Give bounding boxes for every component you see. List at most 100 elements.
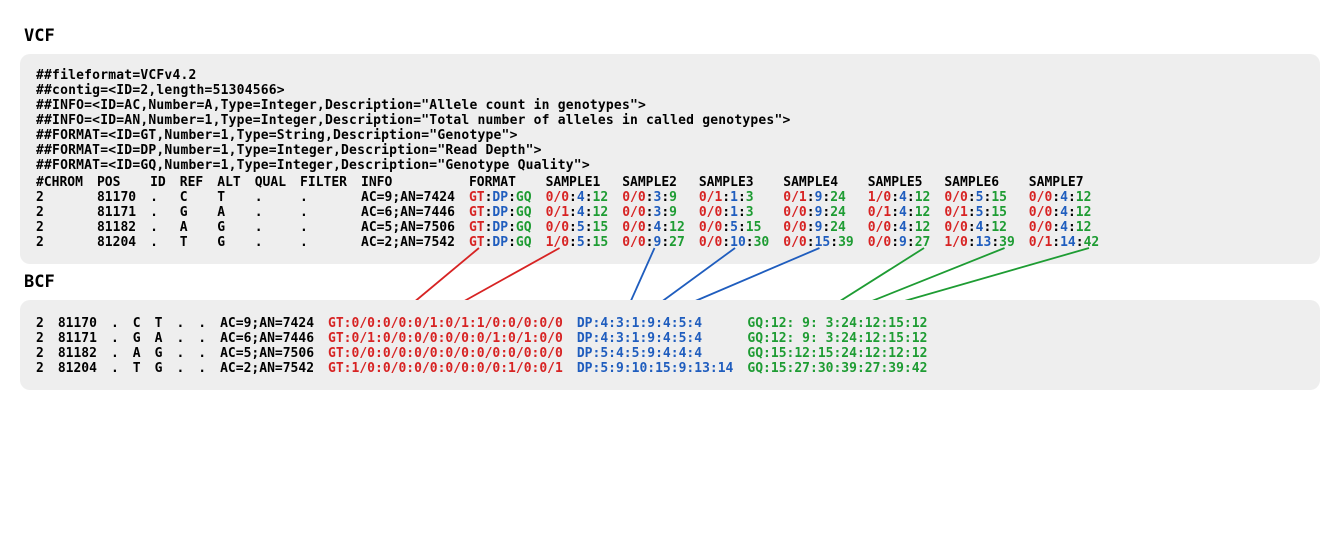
bcf-cell: .	[198, 316, 220, 331]
vcf-sample-cell: 1/0:5:15	[546, 235, 623, 250]
vcf-column-header: SAMPLE7	[1029, 175, 1113, 190]
bcf-cell: .	[176, 346, 198, 361]
bcf-cell: 81170	[58, 316, 111, 331]
vcf-column-header: SAMPLE3	[699, 175, 783, 190]
bcf-cell: .	[176, 316, 198, 331]
vcf-sample-cell: 0/0:5:15	[944, 190, 1028, 205]
bcf-gq-cell: GQ:12: 9: 3:24:12:15:12	[747, 331, 941, 346]
vcf-cell: 81170	[97, 190, 150, 205]
vcf-cell: A	[180, 220, 217, 235]
vcf-cell: A	[217, 205, 254, 220]
vcf-column-header: FORMAT	[469, 175, 546, 190]
bcf-cell: A	[155, 331, 177, 346]
vcf-cell: 81204	[97, 235, 150, 250]
bcf-row: 281170.CT..AC=9;AN=7424GT:0/0:0/0:0/1:0/…	[36, 316, 941, 331]
vcf-column-header: POS	[97, 175, 150, 190]
vcf-column-header: FILTER	[300, 175, 361, 190]
bcf-cell: C	[133, 316, 155, 331]
vcf-row: 281170.CT..AC=9;AN=7424GT:DP:GQ0/0:4:120…	[36, 190, 1113, 205]
bcf-cell: .	[176, 361, 198, 376]
vcf-cell: C	[180, 190, 217, 205]
vcf-sample-cell: 0/0:5:15	[699, 220, 783, 235]
vcf-sample-cell: 0/1:5:15	[944, 205, 1028, 220]
vcf-cell: .	[150, 220, 180, 235]
vcf-row: 281171.GA..AC=6;AN=7446GT:DP:GQ0/1:4:120…	[36, 205, 1113, 220]
bcf-cell: .	[198, 331, 220, 346]
vcf-format-cell: GT:DP:GQ	[469, 235, 546, 250]
vcf-sample-cell: 0/1:14:42	[1029, 235, 1113, 250]
bcf-cell: G	[155, 346, 177, 361]
bcf-cell: .	[198, 346, 220, 361]
vcf-table: #CHROMPOSIDREFALTQUALFILTERINFOFORMATSAM…	[36, 175, 1113, 250]
vcf-cell: G	[217, 235, 254, 250]
bcf-cell: .	[111, 316, 133, 331]
bcf-cell: AC=5;AN=7506	[220, 346, 328, 361]
bcf-row: 281171.GA..AC=6;AN=7446GT:0/1:0/0:0/0:0/…	[36, 331, 941, 346]
vcf-panel: ##fileformat=VCFv4.2##contig=<ID=2,lengt…	[20, 54, 1320, 264]
vcf-format-cell: GT:DP:GQ	[469, 190, 546, 205]
vcf-header-line: ##contig=<ID=2,length=51304566>	[36, 83, 1304, 98]
vcf-cell: .	[255, 190, 300, 205]
bcf-dp-cell: DP:4:3:1:9:4:5:4	[577, 316, 748, 331]
vcf-cell: .	[300, 190, 361, 205]
vcf-cell: G	[180, 205, 217, 220]
bcf-cell: T	[133, 361, 155, 376]
bcf-cell: G	[155, 361, 177, 376]
vcf-column-header: SAMPLE4	[783, 175, 867, 190]
vcf-column-header: #CHROM	[36, 175, 97, 190]
vcf-column-header: SAMPLE2	[622, 175, 699, 190]
vcf-column-header: SAMPLE5	[868, 175, 945, 190]
bcf-cell: 81182	[58, 346, 111, 361]
vcf-column-header: REF	[180, 175, 217, 190]
vcf-cell: .	[300, 235, 361, 250]
vcf-header-line: ##INFO=<ID=AC,Number=A,Type=Integer,Desc…	[36, 98, 1304, 113]
vcf-cell: AC=2;AN=7542	[361, 235, 469, 250]
bcf-gq-cell: GQ:15:27:30:39:27:39:42	[747, 361, 941, 376]
vcf-sample-cell: 1/0:4:12	[868, 190, 945, 205]
bcf-cell: .	[111, 346, 133, 361]
bcf-cell: 81171	[58, 331, 111, 346]
bcf-title: BCF	[24, 272, 1320, 292]
vcf-sample-cell: 0/0:4:12	[868, 220, 945, 235]
bcf-gt-cell: GT:0/0:0/0:0/0:0/0:0/0:0/0:0/0	[328, 346, 577, 361]
bcf-cell: AC=6;AN=7446	[220, 331, 328, 346]
vcf-cell: T	[180, 235, 217, 250]
vcf-row: 281182.AG..AC=5;AN=7506GT:DP:GQ0/0:5:150…	[36, 220, 1113, 235]
vcf-sample-cell: 1/0:13:39	[944, 235, 1028, 250]
vcf-cell: 81171	[97, 205, 150, 220]
vcf-cell: AC=6;AN=7446	[361, 205, 469, 220]
vcf-sample-cell: 0/1:9:24	[783, 190, 867, 205]
vcf-sample-cell: 0/0:4:12	[1029, 205, 1113, 220]
vcf-sample-cell: 0/0:15:39	[783, 235, 867, 250]
bcf-cell: 2	[36, 361, 58, 376]
vcf-cell: 2	[36, 220, 97, 235]
bcf-gt-cell: GT:0/1:0/0:0/0:0/0:0/1:0/1:0/0	[328, 331, 577, 346]
vcf-column-header: SAMPLE6	[944, 175, 1028, 190]
vcf-header-line: ##FORMAT=<ID=GQ,Number=1,Type=Integer,De…	[36, 158, 1304, 173]
vcf-column-header: ID	[150, 175, 180, 190]
bcf-cell: 2	[36, 346, 58, 361]
vcf-format-cell: GT:DP:GQ	[469, 205, 546, 220]
bcf-gt-cell: GT:0/0:0/0:0/1:0/1:1/0:0/0:0/0	[328, 316, 577, 331]
vcf-cell: .	[255, 235, 300, 250]
vcf-cell: .	[150, 190, 180, 205]
vcf-cell: 81182	[97, 220, 150, 235]
vcf-sample-cell: 0/0:1:3	[699, 205, 783, 220]
vcf-header-line: ##FORMAT=<ID=GT,Number=1,Type=String,Des…	[36, 128, 1304, 143]
bcf-panel: 281170.CT..AC=9;AN=7424GT:0/0:0/0:0/1:0/…	[20, 300, 1320, 390]
bcf-gt-cell: GT:1/0:0/0:0/0:0/0:0/0:1/0:0/1	[328, 361, 577, 376]
vcf-sample-cell: 0/0:9:27	[868, 235, 945, 250]
bcf-cell: 81204	[58, 361, 111, 376]
vcf-cell: 2	[36, 190, 97, 205]
vcf-cell: G	[217, 220, 254, 235]
vcf-header-line: ##INFO=<ID=AN,Number=1,Type=Integer,Desc…	[36, 113, 1304, 128]
vcf-cell: .	[255, 205, 300, 220]
vcf-header-block: ##fileformat=VCFv4.2##contig=<ID=2,lengt…	[36, 68, 1304, 173]
bcf-cell: .	[176, 331, 198, 346]
vcf-sample-cell: 0/0:10:30	[699, 235, 783, 250]
vcf-cell: .	[150, 235, 180, 250]
vcf-cell: 2	[36, 205, 97, 220]
vcf-sample-cell: 0/0:4:12	[1029, 190, 1113, 205]
bcf-row: 281204.TG..AC=2;AN=7542GT:1/0:0/0:0/0:0/…	[36, 361, 941, 376]
vcf-sample-cell: 0/0:4:12	[546, 190, 623, 205]
